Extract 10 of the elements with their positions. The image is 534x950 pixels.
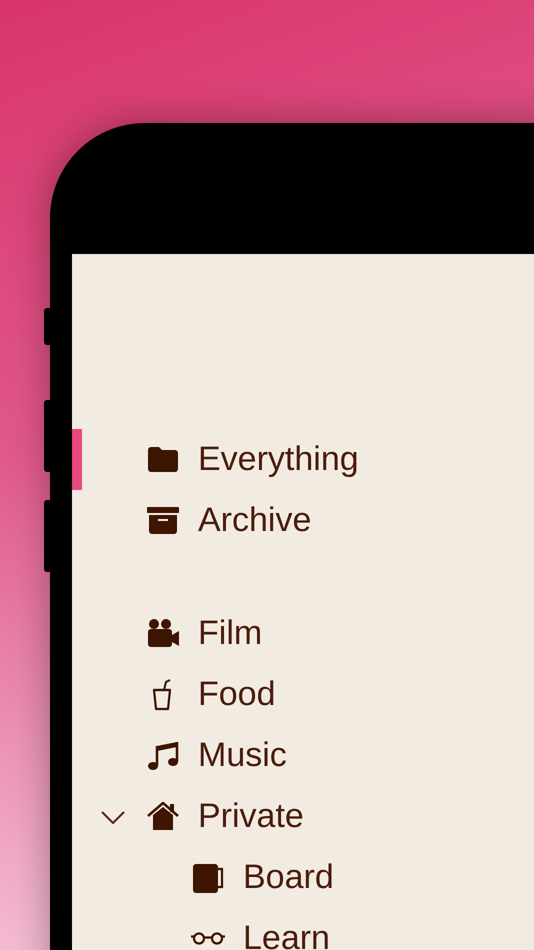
nav-item[interactable]: Archive [198, 495, 312, 546]
nav-item[interactable]: Music [198, 730, 287, 781]
glasses-icon [190, 932, 226, 945]
nav-item[interactable]: Board [243, 852, 334, 903]
nav-item[interactable]: Private [198, 791, 304, 842]
nav-item[interactable]: Film [198, 608, 262, 659]
nav-item[interactable]: Learn [243, 913, 330, 950]
nav-item[interactable]: Everything [198, 434, 359, 485]
chevron-icon[interactable] [100, 808, 126, 824]
nav-item[interactable]: Food [198, 669, 276, 720]
